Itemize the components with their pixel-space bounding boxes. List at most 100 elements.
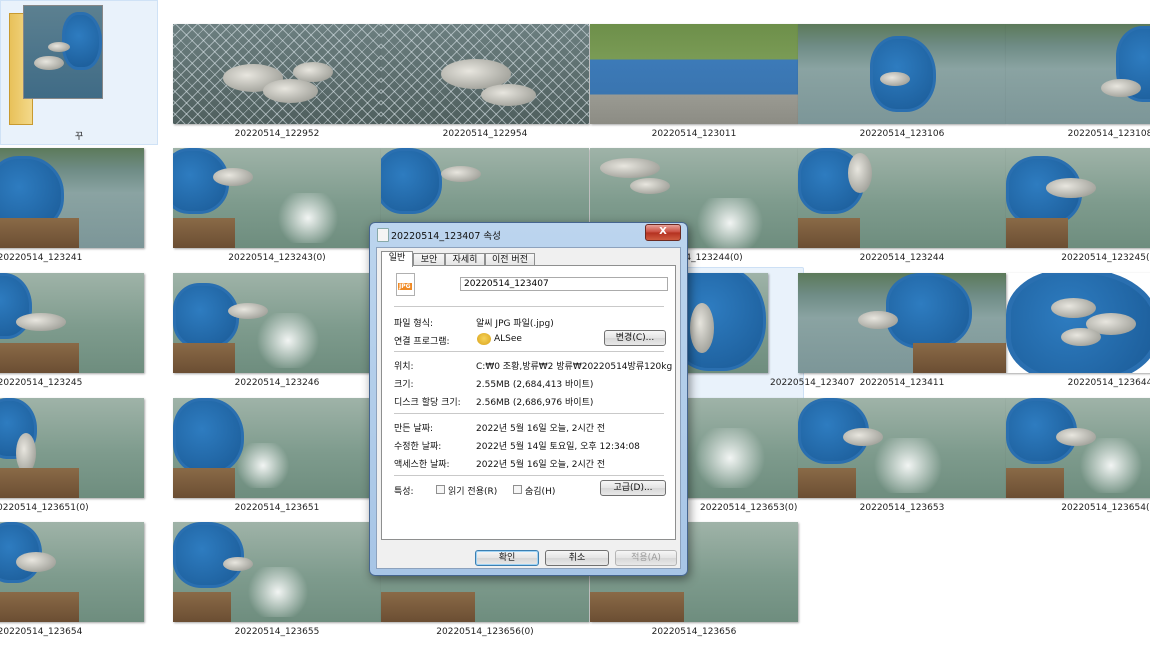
dialog-client: 일반 보안 자세히 이전 버전 JPG 파일 형식: 알씨 JPG 파일(.jp…	[376, 247, 681, 569]
thumbnail-image	[0, 273, 144, 373]
file-name: 20220514_123653(0)	[700, 503, 798, 513]
file-item[interactable]: 20220514_123241	[0, 148, 144, 272]
file-type-label: 파일 형식:	[394, 319, 434, 329]
file-item[interactable]: 20220514_123246	[173, 273, 381, 397]
jpg-file-icon: JPG	[396, 273, 415, 296]
change-button[interactable]: 변경(C)...	[604, 330, 666, 346]
dialog-title: 20220514_123407 속성	[391, 231, 501, 242]
open-with-value: ALSee	[494, 334, 522, 344]
file-name: 20220514_122952	[234, 129, 320, 139]
separator	[394, 306, 664, 307]
file-name: 20220514_123243(0)	[228, 253, 326, 263]
apply-button[interactable]: 적용(A)	[615, 550, 677, 566]
file-item[interactable]: 20220514_123411	[798, 273, 1006, 397]
dialog-titlebar[interactable]: 20220514_123407 속성 X	[370, 223, 687, 245]
file-name: 20220514_123653	[859, 503, 945, 513]
alsee-app-icon	[477, 333, 491, 345]
file-name: 20220514_122954	[442, 129, 528, 139]
file-name: 20220514_123655	[234, 627, 320, 637]
properties-dialog: 20220514_123407 속성 X 일반 보안 자세히 이전 버전 JPG…	[369, 222, 688, 576]
tab-general[interactable]: 일반	[381, 251, 413, 267]
file-item[interactable]: 20220514_123651(0)	[0, 398, 144, 522]
file-item[interactable]: 20220514_123245	[0, 273, 144, 397]
file-name: 20220514_123654	[0, 627, 83, 637]
file-item[interactable]: 20220514_123651	[173, 398, 381, 522]
modified-value: 2022년 5월 14일 토요일, 오후 12:34:08	[476, 442, 640, 452]
file-name: 20220514_123656(0)	[436, 627, 534, 637]
file-item[interactable]: 20220514_123011	[590, 24, 798, 148]
thumbnail-image	[798, 148, 1006, 248]
thumbnail-image	[173, 24, 381, 124]
file-name: 20220514_123245(0)	[1061, 253, 1150, 263]
readonly-label: 읽기 전용(R)	[448, 487, 498, 497]
open-with-label: 연결 프로그램:	[394, 337, 450, 347]
file-item[interactable]: 20220514_123654	[0, 522, 144, 646]
hidden-checkbox[interactable]	[513, 485, 522, 494]
file-name: 20220514_123241	[0, 253, 83, 263]
thumbnail-image	[1006, 398, 1150, 498]
thumbnail-image	[798, 273, 1006, 373]
hidden-label: 숨김(H)	[525, 487, 556, 497]
folder-label: 꾸	[74, 132, 84, 142]
size-value: 2.55MB (2,684,413 바이트)	[476, 380, 594, 390]
thumbnail-image	[798, 24, 1006, 124]
thumbnail-image	[173, 522, 381, 622]
file-item[interactable]: 20220514_123245(0)	[1006, 148, 1150, 272]
filename-input[interactable]	[460, 277, 668, 291]
file-name: 20220514_123651(0)	[0, 503, 89, 513]
advanced-button[interactable]: 고급(D)...	[600, 480, 666, 496]
file-item[interactable]: 20220514_123108	[1006, 24, 1150, 148]
ok-button[interactable]: 확인	[475, 550, 539, 566]
location-value: C:₩0 조황,방류₩2 방류₩20220514방류120kg50	[476, 362, 672, 372]
thumbnail-image	[0, 522, 144, 622]
file-item[interactable]: 20220514_123244	[798, 148, 1006, 272]
location-label: 위치:	[394, 362, 414, 372]
thumbnail-image	[0, 148, 144, 248]
file-name: 20220514_123246	[234, 378, 320, 388]
separator	[394, 475, 664, 476]
file-name: 20220514_123245	[0, 378, 83, 388]
created-label: 만든 날짜:	[394, 424, 434, 434]
file-name: 20220514_123654(0)	[1061, 503, 1150, 513]
thumbnail-image	[590, 24, 798, 124]
file-name: 20220514_123244	[859, 253, 945, 263]
file-item[interactable]: 20220514_123655	[173, 522, 381, 646]
size-label: 크기:	[394, 380, 414, 390]
file-item[interactable]: 20220514_122954	[381, 24, 589, 148]
thumbnail-image	[1006, 148, 1150, 248]
file-name: 20220514_123011	[651, 129, 737, 139]
close-button[interactable]: X	[645, 224, 681, 241]
attributes-label: 특성:	[394, 487, 414, 497]
file-type-value: 알씨 JPG 파일(.jpg)	[476, 319, 554, 329]
file-item[interactable]: 20220514_123644	[1006, 273, 1150, 397]
file-item[interactable]: 20220514_123653	[798, 398, 1006, 522]
file-name: 20220514_123106	[859, 129, 945, 139]
separator	[394, 351, 664, 352]
folder-item[interactable]: 꾸	[0, 0, 158, 145]
readonly-checkbox[interactable]	[436, 485, 445, 494]
file-item[interactable]: 20220514_123243(0)	[173, 148, 381, 272]
created-value: 2022년 5월 16일 오늘, 2시간 전	[476, 424, 606, 434]
accessed-label: 액세스한 날짜:	[394, 460, 450, 470]
separator	[394, 413, 664, 414]
file-item[interactable]: 20220514_122952	[173, 24, 381, 148]
folder-icon	[9, 5, 105, 125]
cancel-button[interactable]: 취소	[545, 550, 609, 566]
file-item[interactable]: 20220514_123654(0)	[1006, 398, 1150, 522]
thumbnail-image	[173, 148, 381, 248]
thumbnail-image	[1006, 24, 1150, 124]
file-name: 20220514_123411	[859, 378, 945, 388]
disk-size-label: 디스크 할당 크기:	[394, 398, 461, 408]
file-item[interactable]: 20220514_123106	[798, 24, 1006, 148]
thumbnail-image	[1006, 273, 1150, 373]
thumbnail-image	[173, 398, 381, 498]
accessed-value: 2022년 5월 16일 오늘, 2시간 전	[476, 460, 606, 470]
disk-size-value: 2.56MB (2,686,976 바이트)	[476, 398, 594, 408]
thumbnail-image	[381, 24, 589, 124]
general-panel: JPG 파일 형식: 알씨 JPG 파일(.jpg) 연결 프로그램: ALSe…	[381, 265, 676, 540]
file-name: 20220514_123656	[651, 627, 737, 637]
file-name: 20220514_123651	[234, 503, 320, 513]
file-name: 20220514_123644	[1067, 378, 1150, 388]
thumbnail-image	[173, 273, 381, 373]
thumbnail-image	[798, 398, 1006, 498]
